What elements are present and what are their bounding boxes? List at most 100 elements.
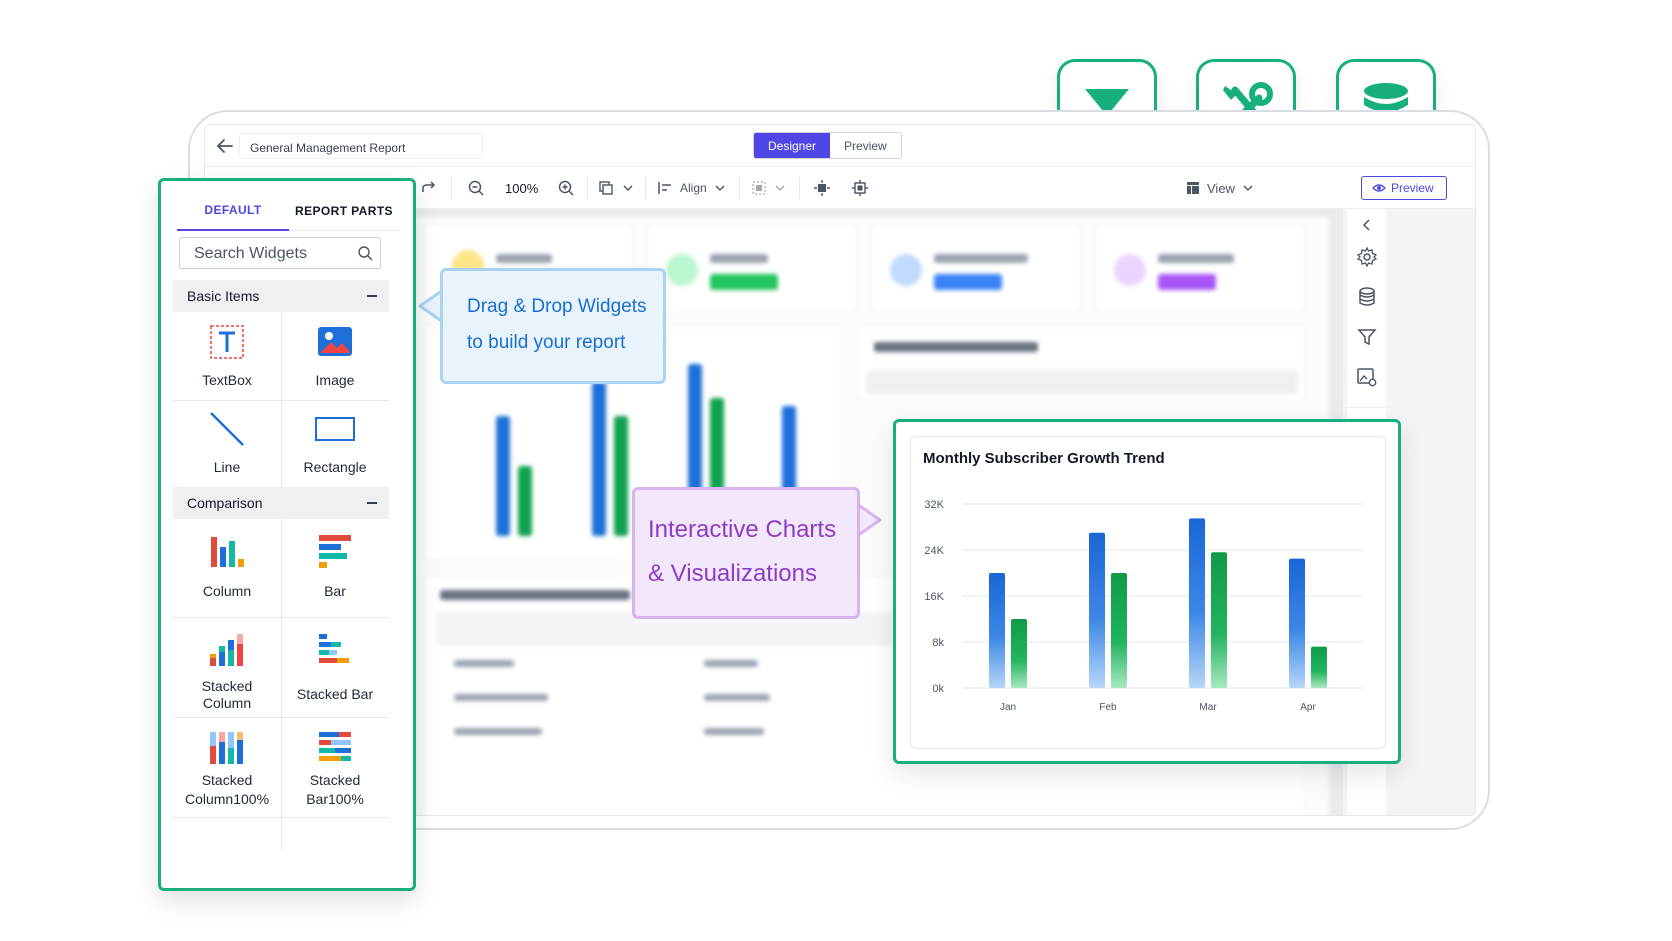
database-icon[interactable] bbox=[1355, 285, 1379, 309]
chart-bar-jan-2[interactable] bbox=[1011, 619, 1027, 688]
widget-label: Column100% bbox=[184, 791, 270, 807]
tab-report-parts[interactable]: REPORT PARTS bbox=[289, 191, 399, 231]
widget-bar[interactable]: Bar bbox=[281, 519, 389, 617]
stacked-column-icon bbox=[210, 634, 243, 666]
textbox-icon bbox=[210, 325, 244, 359]
column-chart-icon bbox=[211, 537, 244, 567]
toolbar-divider bbox=[739, 177, 740, 199]
widget-stacked-bar[interactable]: Stacked Bar bbox=[281, 618, 389, 717]
charts-callout-line1: Interactive Charts bbox=[648, 516, 837, 543]
widget-rectangle[interactable]: Rectangle bbox=[281, 401, 389, 491]
back-arrow-icon[interactable] bbox=[213, 134, 237, 158]
x-tick-label: Apr bbox=[1300, 702, 1316, 713]
chart-bar-apr-1[interactable] bbox=[1289, 558, 1305, 688]
grid-divider bbox=[173, 817, 389, 818]
zoom-level[interactable]: 100% bbox=[505, 175, 538, 201]
copy-icon bbox=[599, 181, 613, 195]
widget-column[interactable]: Column bbox=[173, 519, 281, 617]
panel-tabs: DEFAULT REPORT PARTS bbox=[177, 191, 399, 231]
widget-line[interactable]: Line bbox=[173, 401, 281, 491]
search-icon[interactable] bbox=[357, 245, 373, 261]
report-title-field[interactable]: General Management Report bbox=[239, 133, 483, 159]
widget-label: Bar100% bbox=[306, 791, 364, 807]
image-settings-icon[interactable] bbox=[1355, 365, 1379, 389]
chevron-down-icon bbox=[623, 185, 633, 191]
layout-icon bbox=[1187, 182, 1199, 194]
chart-bar-mar-1[interactable] bbox=[1189, 518, 1205, 688]
chart-bar-feb-1[interactable] bbox=[1089, 532, 1105, 688]
toolbar-divider bbox=[451, 177, 452, 199]
x-tick-label: Jan bbox=[1000, 702, 1016, 713]
featured-chart-widget[interactable]: Monthly Subscriber Growth Trend 0k 8k 16K 2… bbox=[893, 419, 1401, 764]
search-placeholder: Search Widgets bbox=[194, 245, 307, 262]
chart-x-axis: Jan Feb Mar Apr bbox=[1000, 702, 1317, 713]
widget-label: Image bbox=[315, 372, 355, 388]
zoom-in-button[interactable] bbox=[557, 175, 575, 201]
collapse-icon[interactable] bbox=[367, 502, 377, 504]
preview-button[interactable]: Preview bbox=[1361, 176, 1447, 200]
drag-drop-callout: Drag & Drop Widgets to build your report bbox=[440, 268, 666, 384]
widget-image[interactable]: Image bbox=[281, 312, 389, 400]
image-icon bbox=[318, 327, 352, 356]
widget-textbox[interactable]: TextBox bbox=[173, 312, 281, 400]
kpi-card bbox=[1095, 223, 1305, 313]
zoom-out-icon bbox=[468, 180, 484, 196]
eye-icon bbox=[1372, 184, 1386, 192]
mode-switch: Designer Preview bbox=[753, 132, 902, 159]
y-tick-label: 8k bbox=[932, 637, 944, 649]
tab-default[interactable]: DEFAULT bbox=[177, 191, 289, 231]
layer-forward-icon bbox=[814, 180, 830, 196]
rectangle-icon bbox=[315, 417, 355, 441]
group-dropdown[interactable] bbox=[751, 175, 787, 201]
chevron-down-icon bbox=[775, 185, 785, 191]
stacked-column100-icon bbox=[210, 732, 243, 764]
collapse-icon[interactable] bbox=[367, 295, 377, 297]
widget-label: Column bbox=[202, 583, 252, 599]
chart-bar-jan-1[interactable] bbox=[989, 573, 1005, 688]
designer-mode-button[interactable]: Designer bbox=[754, 133, 831, 158]
widget-label: Rectangle bbox=[303, 459, 367, 475]
chart-bar-apr-2[interactable] bbox=[1311, 646, 1327, 688]
bring-backward-button[interactable] bbox=[851, 175, 869, 201]
chart-bar-feb-2[interactable] bbox=[1111, 573, 1127, 688]
y-tick-label: 32K bbox=[924, 499, 944, 511]
copy-dropdown[interactable] bbox=[597, 175, 635, 201]
section-title: Basic Items bbox=[187, 288, 260, 304]
chevron-left-icon[interactable] bbox=[1355, 213, 1379, 237]
search-widgets-input[interactable]: Search Widgets bbox=[179, 237, 381, 269]
group-icon bbox=[752, 181, 766, 195]
widget-stacked-bar100[interactable]: Stacked Bar100% bbox=[281, 718, 389, 817]
x-tick-label: Feb bbox=[1099, 702, 1117, 713]
section-comparison[interactable]: Comparison bbox=[173, 487, 389, 519]
chart-bar-mar-2[interactable] bbox=[1211, 552, 1227, 688]
preview-mode-button[interactable]: Preview bbox=[830, 133, 901, 158]
align-dropdown[interactable]: Align bbox=[657, 175, 727, 201]
chevron-down-icon bbox=[715, 185, 725, 191]
preview-button-label: Preview bbox=[1391, 181, 1434, 195]
redo-icon bbox=[422, 181, 436, 192]
zoom-in-icon bbox=[558, 180, 574, 196]
line-icon bbox=[210, 412, 244, 446]
widget-label: Stacked bbox=[201, 772, 253, 788]
zoom-out-button[interactable] bbox=[467, 175, 485, 201]
chart-plot: 0k 8k 16K 24K 32K Jan Feb Mar Apr bbox=[924, 499, 1362, 713]
y-tick-label: 0k bbox=[932, 683, 944, 695]
bring-forward-button[interactable] bbox=[813, 175, 831, 201]
toolbar-divider bbox=[587, 177, 588, 199]
section-basic-items[interactable]: Basic Items bbox=[173, 280, 389, 312]
toolbar-divider bbox=[645, 177, 646, 199]
widget-stacked-column100[interactable]: Stacked Column100% bbox=[173, 718, 281, 817]
view-dropdown[interactable]: View bbox=[1185, 175, 1255, 201]
redo-button[interactable] bbox=[419, 175, 437, 201]
filter-icon[interactable] bbox=[1355, 325, 1379, 349]
widget-label: Column bbox=[202, 695, 252, 711]
align-label: Align bbox=[680, 181, 707, 195]
gear-icon[interactable] bbox=[1355, 245, 1379, 269]
stacked-bar-icon bbox=[319, 634, 349, 663]
align-left-icon bbox=[658, 182, 671, 194]
widget-stacked-column[interactable]: Stacked Column bbox=[173, 618, 281, 717]
kpi-card bbox=[871, 223, 1081, 313]
toolbar-divider bbox=[799, 177, 800, 199]
widget-label: Line bbox=[213, 459, 241, 475]
y-tick-label: 16K bbox=[924, 591, 944, 603]
